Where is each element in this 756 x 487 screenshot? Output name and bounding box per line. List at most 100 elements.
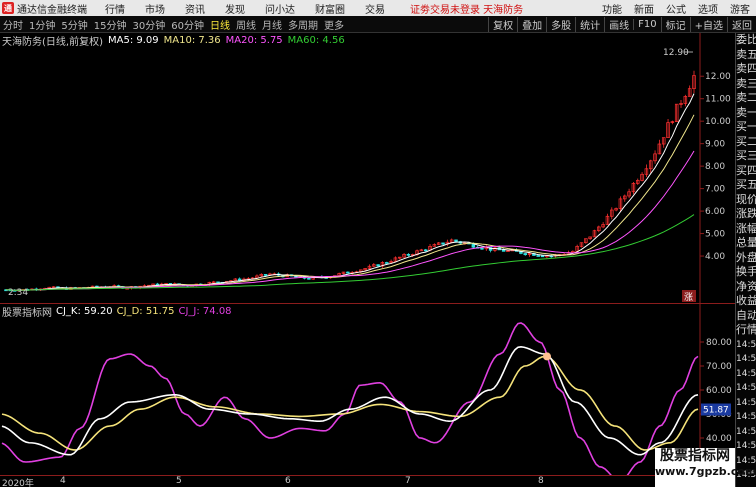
ma5-line xyxy=(5,93,695,291)
ma60-label: MA60: 4.56 xyxy=(287,34,345,46)
ma60-line xyxy=(5,214,695,291)
date-label: 5 xyxy=(176,476,182,486)
side-panel-label: 买五 xyxy=(736,178,756,191)
period-30min[interactable]: 30分钟 xyxy=(129,17,168,32)
indicator-k-label: CJ_K: 59.20 xyxy=(56,306,113,317)
price-tick-label: 10.00 xyxy=(705,117,731,127)
date-label: 7 xyxy=(405,476,411,486)
candle-body xyxy=(307,277,311,280)
menu-item-caifuquan[interactable]: 财富圈 xyxy=(305,1,355,16)
candle-body xyxy=(263,274,268,276)
period-toolbar: 分时 1分钟 5分钟 15分钟 30分钟 60分钟 日线 周线 月线 多周期 更… xyxy=(0,16,756,33)
tool-diejia-button[interactable]: 叠加 xyxy=(517,17,546,32)
side-panel-label: 涨跌 xyxy=(736,207,756,220)
side-panel-label: 卖一 xyxy=(736,105,756,119)
period-5min[interactable]: 5分钟 xyxy=(58,17,90,32)
menu-item-xinmian[interactable]: 新面 xyxy=(628,1,660,16)
menu-item-gongshi[interactable]: 公式 xyxy=(660,1,692,16)
watermark-url: www.7gpzb.com xyxy=(655,465,756,478)
ma5-label: MA5: 9.09 xyxy=(107,34,159,46)
menu-item-hangqing[interactable]: 行情 xyxy=(95,1,135,16)
side-panel-label: 换手 xyxy=(736,265,756,278)
period-fenshi[interactable]: 分时 xyxy=(0,17,26,32)
indicator-chart-panel[interactable]: 80.0070.0060.0050.0040.0030.0051.87 股票指标… xyxy=(0,303,735,483)
side-panel-label: 外盘 xyxy=(736,250,756,264)
period-more[interactable]: 更多 xyxy=(321,17,347,32)
side-panel-label: 现价 xyxy=(736,192,756,206)
side-panel-label: 卖五 xyxy=(736,47,756,61)
date-label: 2020年 xyxy=(2,479,34,487)
ma10-line xyxy=(5,114,695,291)
menu-item-gongneng[interactable]: 功能 xyxy=(596,1,628,16)
period-weekly[interactable]: 周线 xyxy=(233,17,259,32)
period-daily[interactable]: 日线 xyxy=(207,17,233,32)
menu-item-wenxiaoda[interactable]: 问小达 xyxy=(255,1,305,16)
price-chart-panel[interactable]: 12.00 11.00 10.00 9.00 8.00 7.00 6.00 5.00 4.00 1… xyxy=(0,33,735,303)
tool-huaxian-button[interactable]: 画线 xyxy=(604,17,633,32)
period-15min[interactable]: 15分钟 xyxy=(91,17,130,32)
side-panel-label: 收益 xyxy=(736,294,756,307)
cj-d-line xyxy=(1,355,699,451)
indicator-tick-label: 60.00 xyxy=(706,386,732,396)
candle-body xyxy=(454,239,458,242)
side-panel-label: 总量 xyxy=(736,236,756,249)
candle-body xyxy=(480,247,484,250)
ma10-label: MA10: 7.36 xyxy=(163,34,221,46)
period-1min[interactable]: 1分钟 xyxy=(26,17,58,32)
rise-badge: 涨 xyxy=(684,292,693,303)
high-price-label: 12.90 xyxy=(663,48,689,58)
menu-item-jiaoyi[interactable]: 交易 xyxy=(355,1,395,16)
candle-body xyxy=(406,253,411,256)
price-tick-label: 7.00 xyxy=(705,185,725,195)
menu-item-xuanxiang[interactable]: 选项 xyxy=(692,1,724,16)
price-tick-label: 4.00 xyxy=(705,252,725,262)
candle-body xyxy=(423,249,428,252)
indicator-j-label: CJ_J: 74.08 xyxy=(178,306,232,317)
period-multi[interactable]: 多周期 xyxy=(285,17,321,32)
date-axis: 2020年 4 5 6 7 8 xyxy=(0,475,700,487)
side-panel-label[interactable]: 自动 xyxy=(736,309,756,324)
period-monthly[interactable]: 月线 xyxy=(259,17,285,32)
side-panel-label[interactable]: 行情 xyxy=(736,323,756,338)
tool-f10-button[interactable]: F10 xyxy=(633,19,660,30)
side-panel-label: 买二 xyxy=(736,134,756,148)
tool-biaoji-button[interactable]: 标记 xyxy=(660,17,690,32)
indicator-tick-label: 80.00 xyxy=(706,338,732,348)
tool-tongji-button[interactable]: 统计 xyxy=(575,17,604,32)
side-panel-label: 14:56 xyxy=(736,426,756,437)
side-panel-label: 买四 xyxy=(736,163,756,177)
side-panel-label: 卖二 xyxy=(736,91,756,104)
low-price-label: 2.34 xyxy=(8,288,28,298)
user-guest-label[interactable]: 游客 xyxy=(724,1,756,16)
candle-body xyxy=(540,255,545,258)
menu-item-faxian[interactable]: 发现 xyxy=(215,1,255,16)
side-panel-label: 14:56 xyxy=(736,383,756,393)
side-panel-label: 14:56 xyxy=(736,368,756,379)
cross-marker-dot xyxy=(543,352,551,361)
tool-fuquan-button[interactable]: 复权 xyxy=(488,17,517,32)
indicator-chart-svg[interactable]: 80.0070.0060.0050.0040.0030.0051.87 xyxy=(0,304,735,483)
tool-zixuan-button[interactable]: +自选 xyxy=(689,17,727,32)
side-panel-label: 涨幅 xyxy=(736,221,756,235)
candle-body xyxy=(346,271,350,274)
side-panel-label: 14:56 xyxy=(736,441,756,451)
stock-title: 天海防务(日线,前复权) xyxy=(2,36,103,48)
date-label: 8 xyxy=(538,476,544,486)
top-right-menu: 功能 新面 公式 选项 游客 xyxy=(596,0,756,16)
period-60min[interactable]: 60分钟 xyxy=(168,17,207,32)
price-chart-svg[interactable]: 12.00 11.00 10.00 9.00 8.00 7.00 6.00 5.00 4.00 1… xyxy=(0,33,735,303)
date-label: 6 xyxy=(285,476,291,486)
side-panel-label: 净资 xyxy=(736,279,756,293)
tool-fanhui-button[interactable]: 返回 xyxy=(727,17,756,32)
price-tick-label: 12.00 xyxy=(705,72,731,82)
date-label: 4 xyxy=(60,476,66,486)
ma20-label: MA20: 5.75 xyxy=(225,34,283,46)
indicator-name[interactable]: 股票指标网 xyxy=(2,304,52,319)
tool-duogu-button[interactable]: 多股 xyxy=(546,17,575,32)
side-panel-label: 卖三 xyxy=(736,76,756,90)
login-alert-text[interactable]: 证劵交易未登录 天海防务 xyxy=(410,1,523,16)
menu-item-shichang[interactable]: 市场 xyxy=(135,1,175,16)
menu-item-zixun[interactable]: 资讯 xyxy=(175,1,215,16)
side-panel-label: 买三 xyxy=(736,149,756,162)
side-panel-label: 14:56 xyxy=(736,412,756,422)
